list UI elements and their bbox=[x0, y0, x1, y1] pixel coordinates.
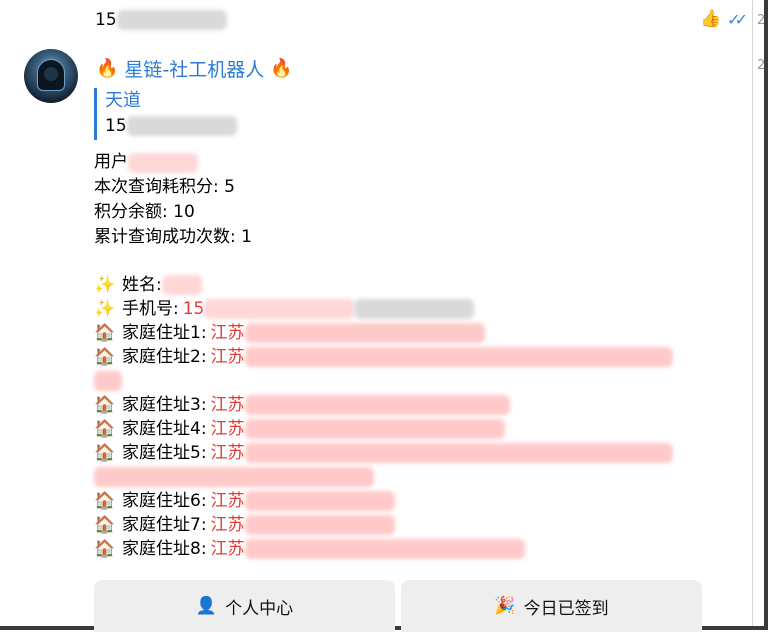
house-icon: 🏠 bbox=[94, 347, 116, 367]
balance-line: 积分余额: 10 bbox=[94, 202, 195, 222]
redacted-user bbox=[128, 152, 198, 173]
address-row: 🏠 家庭住址1: 江苏 bbox=[94, 321, 673, 345]
address-row: 🏠 家庭住址4: 江苏 bbox=[94, 417, 673, 441]
redacted-address bbox=[244, 323, 485, 343]
quote-text-prefix: 15 bbox=[105, 116, 127, 136]
address-prefix: 江苏 bbox=[210, 395, 245, 415]
sparkles-icon: ✨ bbox=[94, 275, 116, 295]
window-border-right bbox=[764, 0, 768, 630]
address-prefix: 江苏 bbox=[210, 323, 245, 343]
message-meta: 👍 ✓✓ bbox=[700, 9, 748, 29]
sender-label: 星链-社工机器人 bbox=[124, 59, 265, 81]
bot-avatar[interactable] bbox=[24, 49, 78, 103]
quote-text: 15 bbox=[105, 114, 237, 138]
address-continuation bbox=[94, 465, 673, 489]
redacted-address bbox=[244, 443, 673, 463]
address-label: 家庭住址4: bbox=[122, 419, 207, 439]
address-label: 家庭住址8: bbox=[122, 539, 207, 559]
redacted-address bbox=[244, 395, 510, 415]
profile-button[interactable]: 👤 个人中心 bbox=[94, 580, 395, 632]
checked-in-button[interactable]: 🎉 今日已签到 bbox=[401, 580, 702, 632]
house-icon: 🏠 bbox=[94, 395, 116, 415]
reply-quote[interactable]: 天道 15 bbox=[94, 88, 237, 140]
address-row: 🏠 家庭住址2: 江苏 bbox=[94, 345, 673, 369]
double-check-icon: ✓✓ bbox=[727, 9, 748, 29]
house-icon: 🏠 bbox=[94, 323, 116, 343]
address-prefix: 江苏 bbox=[210, 491, 245, 511]
redacted-phone bbox=[204, 299, 355, 319]
fire-emoji-icon: 🔥 bbox=[270, 58, 293, 79]
house-icon: 🏠 bbox=[94, 515, 116, 535]
redacted-address bbox=[244, 419, 505, 439]
redacted-phone-extra bbox=[354, 299, 475, 319]
house-icon: 🏠 bbox=[94, 443, 116, 463]
address-label: 家庭住址1: bbox=[122, 323, 207, 343]
redacted-phone bbox=[126, 116, 237, 136]
user-line: 用户 bbox=[94, 150, 252, 175]
address-label: 家庭住址6: bbox=[122, 491, 207, 511]
success-line: 累计查询成功次数: 1 bbox=[94, 227, 252, 247]
address-row: 🏠 家庭住址7: 江苏 bbox=[94, 513, 673, 537]
address-row: 🏠 家庭住址8: 江苏 bbox=[94, 537, 673, 561]
address-prefix: 江苏 bbox=[210, 539, 245, 559]
address-label: 家庭住址7: bbox=[122, 515, 207, 535]
inline-keyboard: 👤 个人中心 🎉 今日已签到 bbox=[94, 580, 702, 632]
phone-row: ✨ 手机号: 15 bbox=[94, 297, 673, 321]
redacted-address bbox=[244, 491, 395, 511]
time-fragment: 2 bbox=[757, 58, 766, 73]
sender-name[interactable]: 🔥 星链-社工机器人 🔥 bbox=[96, 55, 293, 82]
person-icon: 👤 bbox=[195, 596, 218, 616]
house-icon: 🏠 bbox=[94, 419, 116, 439]
query-summary: 用户 本次查询耗积分: 5 积分余额: 10 累计查询成功次数: 1 bbox=[94, 150, 252, 250]
redacted-address bbox=[94, 467, 374, 487]
address-prefix: 江苏 bbox=[210, 347, 245, 367]
redacted-name bbox=[161, 275, 202, 295]
redacted-phone bbox=[116, 10, 227, 30]
address-row: 🏠 家庭住址3: 江苏 bbox=[94, 393, 673, 417]
redacted-address bbox=[244, 347, 673, 367]
address-prefix: 江苏 bbox=[210, 443, 245, 463]
address-row: 🏠 家庭住址5: 江苏 bbox=[94, 441, 673, 465]
house-icon: 🏠 bbox=[94, 491, 116, 511]
outgoing-message[interactable]: 15 bbox=[95, 8, 227, 32]
message-divider bbox=[752, 0, 753, 626]
checked-in-button-label: 今日已签到 bbox=[523, 598, 609, 619]
cost-line: 本次查询耗积分: 5 bbox=[94, 177, 235, 197]
address-prefix: 江苏 bbox=[210, 419, 245, 439]
redacted-address bbox=[94, 371, 122, 391]
outgoing-message-text: 15 bbox=[95, 10, 117, 30]
house-icon: 🏠 bbox=[94, 539, 116, 559]
address-label: 家庭住址5: bbox=[122, 443, 207, 463]
address-continuation bbox=[94, 369, 673, 393]
name-row: ✨ 姓名: bbox=[94, 273, 673, 297]
query-result: ✨ 姓名: ✨ 手机号: 15 🏠 家庭住址1: 江苏 🏠 家庭住址2: 江苏 … bbox=[94, 273, 673, 561]
redacted-address bbox=[244, 515, 395, 535]
address-label: 家庭住址2: bbox=[122, 347, 207, 367]
time-fragment: 2 bbox=[757, 13, 766, 28]
phone-prefix: 15 bbox=[182, 299, 205, 319]
hacker-face-shape bbox=[44, 67, 58, 81]
quote-author: 天道 bbox=[105, 90, 141, 111]
user-label: 用户 bbox=[94, 152, 128, 172]
profile-button-label: 个人中心 bbox=[225, 598, 294, 619]
thumbs-up-reaction[interactable]: 👍 bbox=[700, 9, 721, 29]
fire-emoji-icon: 🔥 bbox=[96, 58, 119, 79]
sparkles-icon: ✨ bbox=[94, 299, 116, 319]
phone-label: 手机号: bbox=[122, 299, 179, 319]
name-label: 姓名: bbox=[122, 275, 162, 295]
redacted-address bbox=[244, 539, 525, 559]
address-label: 家庭住址3: bbox=[122, 395, 207, 415]
party-popper-icon: 🎉 bbox=[494, 596, 516, 616]
address-prefix: 江苏 bbox=[210, 515, 245, 535]
address-row: 🏠 家庭住址6: 江苏 bbox=[94, 489, 673, 513]
